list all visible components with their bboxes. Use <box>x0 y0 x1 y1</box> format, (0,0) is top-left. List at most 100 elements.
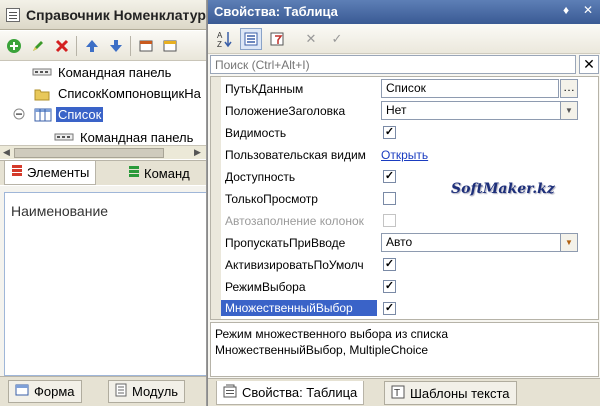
open-link[interactable]: Открыть <box>381 148 428 162</box>
scroll-right-icon[interactable]: ▶ <box>194 147 201 158</box>
property-name: Видимость <box>225 126 287 140</box>
edit-icon[interactable] <box>28 36 48 56</box>
property-name: РежимВыбора <box>225 280 306 294</box>
property-row[interactable]: ПоложениеЗаголовка Нет ▼ <box>221 100 598 122</box>
table-icon <box>34 108 52 125</box>
search-clear-icon[interactable]: ✕ <box>579 55 599 74</box>
svg-text:T: T <box>394 388 400 399</box>
table-preview[interactable]: Наименование <box>4 192 206 376</box>
elements-icon <box>11 164 23 181</box>
tab-module[interactable]: Модуль <box>108 380 186 403</box>
horizontal-scrollbar[interactable]: ◀ ▶ <box>0 145 206 159</box>
property-row: Автозаполнение колонок <box>221 210 598 232</box>
commands-icon <box>128 165 140 182</box>
property-value: Нет <box>386 103 407 117</box>
property-name: АктивизироватьПоУмолч <box>225 258 364 272</box>
tree-item[interactable]: Командная панель <box>0 127 206 145</box>
read-only-checkbox[interactable] <box>383 192 396 205</box>
clear-icon[interactable]: ✕ <box>300 28 322 50</box>
watermark: SoftMaker.kz <box>451 181 555 197</box>
collapse-icon[interactable] <box>13 108 25 123</box>
activate-default-checkbox[interactable]: ✓ <box>383 258 396 271</box>
property-grid: ПутьКДанным Список … ПоложениеЗаголовка … <box>210 76 599 320</box>
window-icon[interactable] <box>160 36 180 56</box>
tree-item-label: Командная панель <box>80 130 194 145</box>
property-name: ТолькоПросмотр <box>225 192 318 206</box>
apply-icon[interactable]: ✓ <box>326 28 348 50</box>
autofill-columns-checkbox <box>383 214 396 227</box>
search-input[interactable] <box>211 56 575 73</box>
categorized-icon[interactable] <box>240 28 262 50</box>
visibility-checkbox[interactable]: ✓ <box>383 126 396 139</box>
left-toolbar <box>0 31 206 61</box>
close-icon[interactable]: ✕ <box>583 3 593 17</box>
form-preview: Наименование <box>0 186 206 376</box>
tab-elements[interactable]: Элементы <box>4 161 97 185</box>
delete-icon[interactable] <box>52 36 72 56</box>
svg-text:A: A <box>217 31 223 40</box>
chevron-down-icon[interactable]: ▼ <box>560 233 578 252</box>
left-bottom-tabs: Форма Модуль <box>0 376 206 406</box>
scroll-left-icon[interactable]: ◀ <box>3 147 10 158</box>
description-text: Режим множественного выбора из списка <box>215 327 449 341</box>
module-icon <box>115 383 127 400</box>
right-bottom-tabs: Свойства: Таблица T Шаблоны текста <box>208 378 600 406</box>
properties-toolbar: AZ ✕ ✓ <box>208 24 600 54</box>
property-row[interactable]: ПутьКДанным Список … <box>221 78 598 100</box>
ellipsis-button[interactable]: … <box>560 79 578 98</box>
property-row[interactable]: ПропускатьПриВводе Авто ▼ <box>221 232 598 254</box>
chevron-down-icon[interactable]: ▼ <box>560 101 578 120</box>
tab-properties[interactable]: Свойства: Таблица <box>216 381 365 405</box>
command-panel-icon <box>32 66 52 81</box>
property-name: Автозаполнение колонок <box>225 214 364 228</box>
property-value: Авто <box>386 235 413 249</box>
sort-alpha-icon[interactable]: AZ <box>214 28 236 50</box>
tab-properties-label: Свойства: Таблица <box>242 385 358 400</box>
selection-mode-checkbox[interactable]: ✓ <box>383 280 396 293</box>
tree-item[interactable]: СписокКомпоновщикНа <box>0 83 206 105</box>
move-down-icon[interactable] <box>106 36 126 56</box>
command-panel-icon <box>54 131 74 145</box>
property-name: Доступность <box>225 170 296 184</box>
property-row[interactable]: Видимость ✓ <box>221 122 598 144</box>
property-value: Список <box>386 81 426 95</box>
tree-item[interactable]: Командная панель <box>0 62 206 84</box>
search-field[interactable] <box>210 55 576 74</box>
folder-icon <box>34 87 50 104</box>
property-row[interactable]: АктивизироватьПоУмолч ✓ <box>221 254 598 276</box>
skip-on-input-dropdown[interactable]: Авто ▼ <box>381 233 578 252</box>
property-row[interactable]: Пользовательская видим Открыть <box>221 144 598 166</box>
left-window-titlebar: Справочник Номенклатура <box>0 0 207 30</box>
properties-icon <box>223 384 237 401</box>
scroll-thumb[interactable] <box>14 148 164 158</box>
multiple-choice-checkbox[interactable]: ✓ <box>383 302 396 315</box>
property-name: ПутьКДанным <box>225 82 304 96</box>
form-icon[interactable] <box>136 36 156 56</box>
property-name: Пользовательская видим <box>225 148 366 162</box>
tab-commands[interactable]: Команд <box>122 161 196 185</box>
filter-icon[interactable] <box>266 28 288 50</box>
left-tabs: Элементы Команд <box>0 160 206 185</box>
property-name: ПоложениеЗаголовка <box>225 104 346 118</box>
add-icon[interactable] <box>4 36 24 56</box>
move-up-icon[interactable] <box>82 36 102 56</box>
title-position-dropdown[interactable]: Нет ▼ <box>381 101 578 120</box>
tab-text-templates-label: Шаблоны текста <box>410 385 510 401</box>
property-row-selected[interactable]: МножественныйВыбор ✓ <box>221 298 598 319</box>
tree-item-label: Командная панель <box>58 65 172 80</box>
property-name: МножественныйВыбор <box>221 300 377 316</box>
pin-icon[interactable]: ♦ <box>563 3 569 17</box>
tab-elements-label: Элементы <box>27 165 90 180</box>
left-window-title: Справочник Номенклатура <box>26 7 207 23</box>
properties-titlebar: Свойства: Таблица ♦ ✕ <box>208 0 600 24</box>
tab-form[interactable]: Форма <box>8 380 82 403</box>
property-row[interactable]: РежимВыбора ✓ <box>221 276 598 298</box>
property-description: Режим множественного выбора из списка Мн… <box>210 322 599 377</box>
left-window: Справочник Номенклатура Командная панель… <box>0 0 207 406</box>
enabled-checkbox[interactable]: ✓ <box>383 170 396 183</box>
templates-icon: T <box>391 385 405 402</box>
data-path-field[interactable]: Список <box>381 79 559 98</box>
tree-item-selected[interactable]: Список <box>0 104 206 126</box>
tab-module-label: Модуль <box>132 384 179 399</box>
tab-text-templates[interactable]: T Шаблоны текста <box>384 381 517 405</box>
